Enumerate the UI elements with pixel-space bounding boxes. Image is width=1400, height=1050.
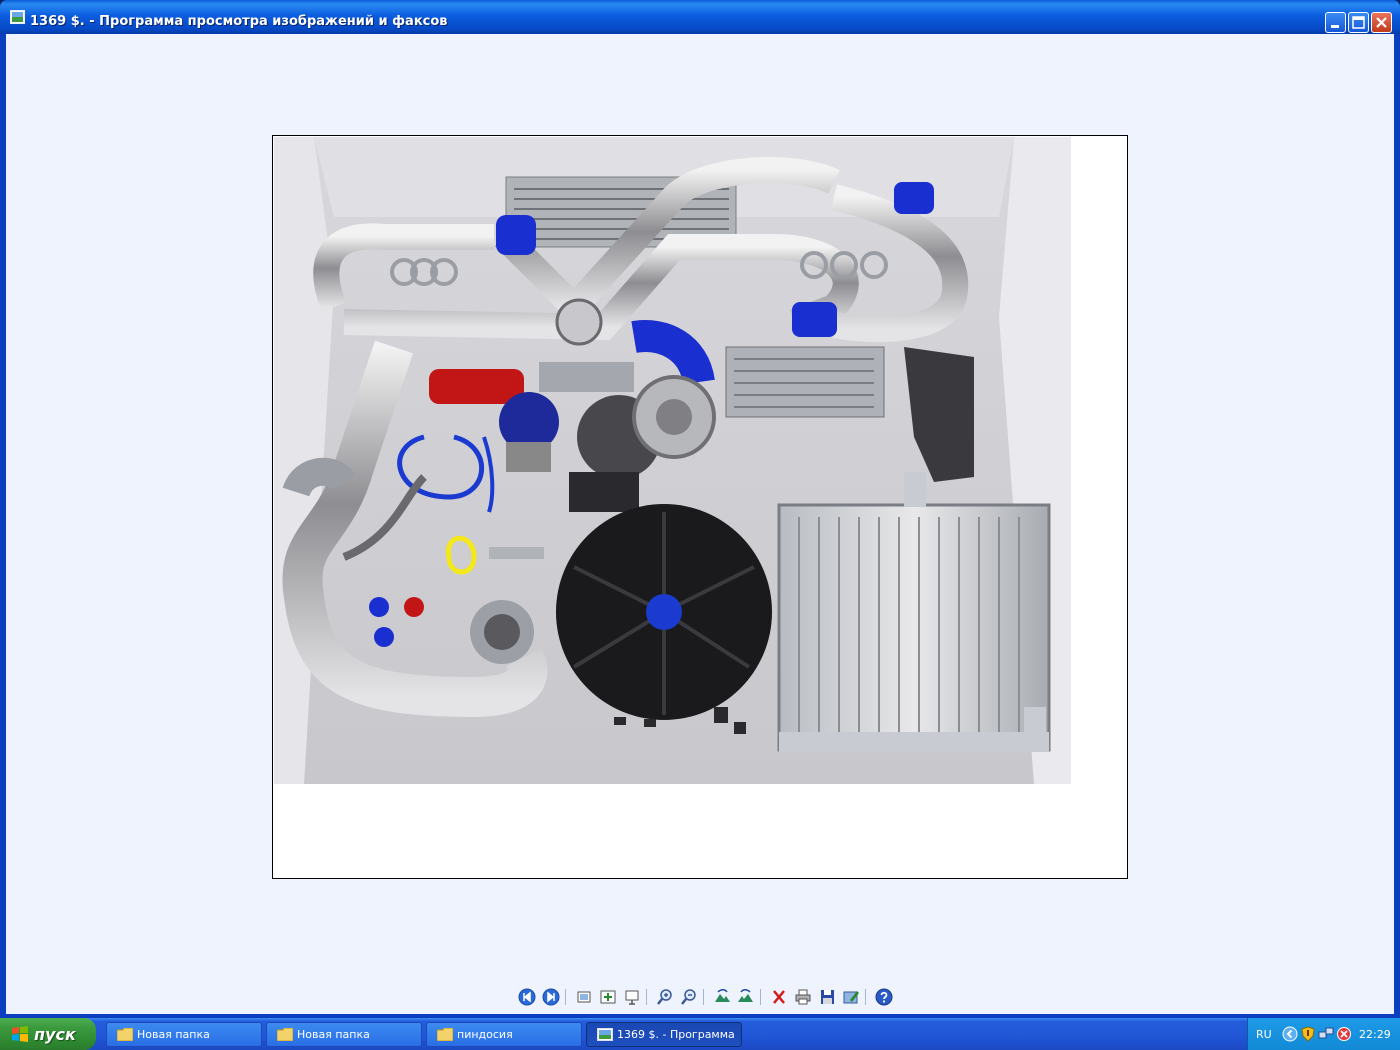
image-canvas[interactable] <box>272 135 1128 879</box>
image-viewer-icon <box>10 10 25 24</box>
window-title: 1369 $. - Программа просмотра изображени… <box>30 14 448 29</box>
start-button[interactable]: пуск <box>0 1018 96 1050</box>
delete-button[interactable] <box>768 986 790 1008</box>
maximize-button[interactable] <box>1348 12 1369 33</box>
taskbar-item-label: Новая папка <box>137 1028 210 1041</box>
toolbar-separator <box>565 989 566 1005</box>
edit-icon <box>843 991 859 1004</box>
save-button[interactable] <box>816 986 838 1008</box>
best-fit-button[interactable] <box>573 986 595 1008</box>
best-fit-icon <box>577 991 591 1003</box>
taskbar-item-label: Новая папка <box>297 1028 370 1041</box>
folder-icon <box>437 1028 453 1041</box>
zoom-out-button[interactable] <box>678 986 700 1008</box>
taskbar: пуск Новая папка Новая папка пиндосия 13… <box>0 1018 1400 1050</box>
edit-button[interactable] <box>840 986 862 1008</box>
slideshow-button[interactable] <box>621 986 643 1008</box>
folder-icon <box>117 1028 133 1041</box>
close-button[interactable] <box>1371 12 1392 33</box>
taskbar-item-label: 1369 $. - Программа ... <box>617 1028 739 1041</box>
rotate-ccw-icon <box>738 989 753 1002</box>
viewer-client-area <box>6 34 1394 1014</box>
print-icon <box>795 989 811 1005</box>
chevron-left-icon[interactable] <box>1282 1026 1298 1042</box>
slideshow-icon <box>625 990 639 1005</box>
previous-icon <box>518 988 536 1006</box>
taskbar-item-label: пиндосия <box>457 1028 513 1041</box>
turbo-kit-photo <box>274 137 1071 784</box>
delete-icon <box>773 990 785 1004</box>
antivirus-icon[interactable] <box>1336 1026 1352 1042</box>
rotate-counterclockwise-button[interactable] <box>735 986 757 1008</box>
zoom-in-icon <box>657 989 672 1005</box>
close-icon <box>1376 17 1387 28</box>
help-button[interactable] <box>873 986 895 1008</box>
rotate-clockwise-button[interactable] <box>711 986 733 1008</box>
image-viewer-window: 1369 $. - Программа просмотра изображени… <box>0 0 1400 1018</box>
title-bar[interactable]: 1369 $. - Программа просмотра изображени… <box>0 0 1400 34</box>
taskbar-item-image-viewer[interactable]: 1369 $. - Программа ... <box>586 1022 742 1047</box>
folder-icon <box>277 1028 293 1041</box>
taskbar-item-folder-1[interactable]: Новая папка <box>106 1022 262 1047</box>
start-label: пуск <box>34 1025 76 1044</box>
network-icon[interactable] <box>1318 1026 1334 1042</box>
taskbar-item-folder-2[interactable]: Новая папка <box>266 1022 422 1047</box>
window-border-right <box>1394 34 1400 1018</box>
clock[interactable]: 22:29 <box>1359 1028 1391 1041</box>
zoom-in-button[interactable] <box>654 986 676 1008</box>
language-indicator[interactable]: RU <box>1256 1028 1272 1041</box>
next-image-button[interactable] <box>540 986 562 1008</box>
zoom-out-icon <box>681 989 696 1005</box>
print-button[interactable] <box>792 986 814 1008</box>
next-icon <box>542 988 560 1006</box>
toolbar-separator <box>865 989 866 1005</box>
toolbar-separator <box>703 989 704 1005</box>
toolbar-separator <box>760 989 761 1005</box>
minimize-icon <box>1331 25 1339 28</box>
maximize-icon <box>1352 16 1365 29</box>
security-shield-icon[interactable] <box>1300 1026 1316 1042</box>
viewer-toolbar <box>513 986 895 1008</box>
actual-size-button[interactable] <box>597 986 619 1008</box>
rotate-cw-icon <box>715 989 730 1002</box>
toolbar-separator <box>646 989 647 1005</box>
help-icon <box>875 988 893 1006</box>
system-tray: RU 22:29 <box>1247 1018 1400 1050</box>
image-viewer-icon <box>597 1028 613 1041</box>
taskbar-item-folder-3[interactable]: пиндосия <box>426 1022 582 1047</box>
actual-size-icon <box>600 990 616 1004</box>
minimize-button[interactable] <box>1325 12 1346 33</box>
windows-logo-icon <box>12 1026 28 1042</box>
previous-image-button[interactable] <box>516 986 538 1008</box>
save-icon <box>821 990 834 1004</box>
